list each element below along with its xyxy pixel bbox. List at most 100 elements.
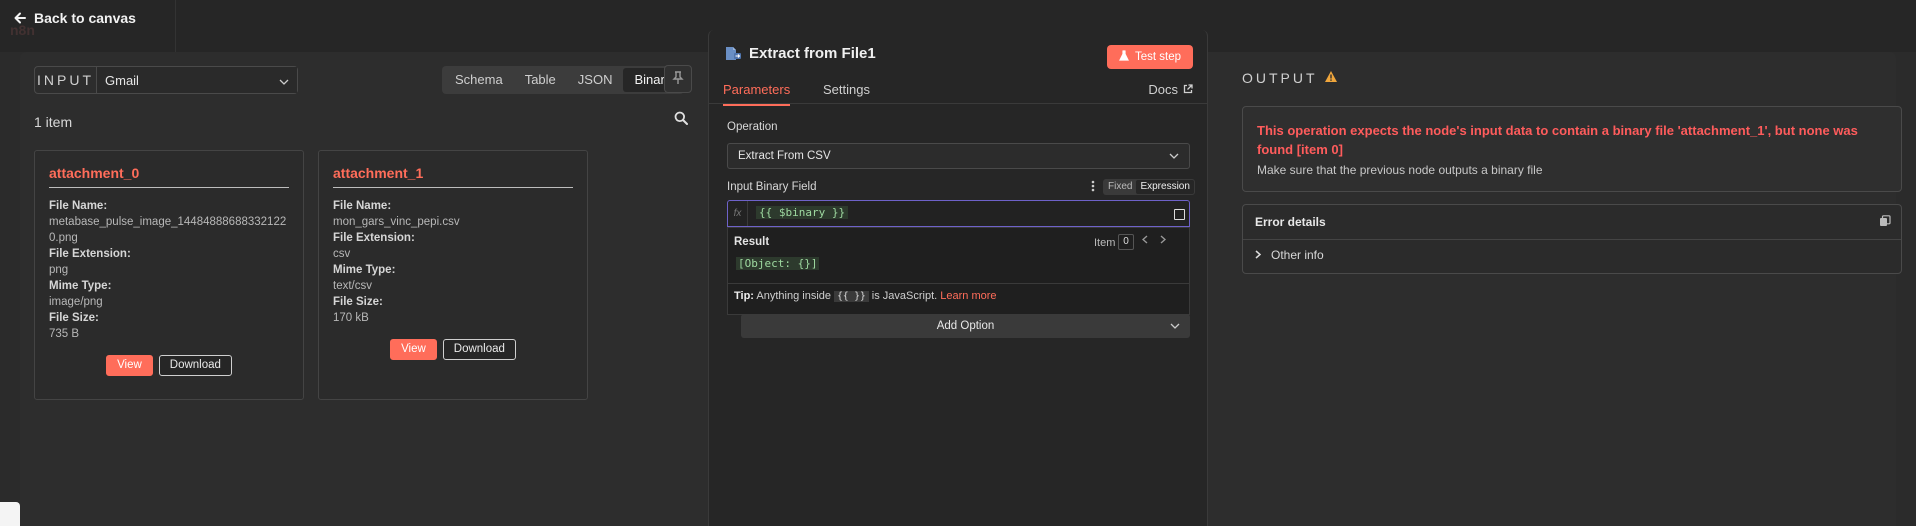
external-link-icon <box>1183 82 1193 97</box>
tip-label: Tip: <box>734 290 754 302</box>
expression-editor[interactable]: fx {{ $binary }} <box>727 200 1190 227</box>
input-binary-field-label: Input Binary Field <box>727 181 817 193</box>
chevron-right-icon <box>1255 248 1262 262</box>
binary-card: attachment_0 File Name: metabase_pulse_i… <box>34 150 304 400</box>
mode-fixed[interactable]: Fixed <box>1104 180 1136 194</box>
mode-expression[interactable]: Expression <box>1136 180 1194 194</box>
fx-icon: fx <box>728 201 748 226</box>
add-option-button[interactable]: Add Option <box>741 314 1190 338</box>
file-name-label: File Name: <box>333 200 392 212</box>
file-name-label: File Name: <box>49 200 108 212</box>
pin-data-button[interactable] <box>664 65 692 93</box>
tab-table[interactable]: Table <box>514 68 567 92</box>
binary-card-title: attachment_1 <box>333 165 573 188</box>
input-node-value: Gmail <box>105 72 139 88</box>
operation-value: Extract From CSV <box>738 150 831 162</box>
chevron-down-icon <box>1170 320 1180 332</box>
mime-type-label: Mime Type: <box>333 264 396 276</box>
view-button[interactable]: View <box>106 355 153 376</box>
search-icon[interactable] <box>674 111 688 128</box>
topbar-divider <box>175 0 176 52</box>
node-tabs: Parameters Settings Docs <box>709 74 1207 106</box>
warning-icon <box>1324 70 1338 86</box>
arrow-left-icon <box>14 12 26 24</box>
display-mode-tabs: Schema Table JSON Binary <box>442 66 685 94</box>
error-message: This operation expects the node's input … <box>1257 123 1858 157</box>
item-count: 1 item <box>34 114 73 130</box>
copy-icon[interactable] <box>1879 215 1891 230</box>
tip-code: {{ }} <box>834 291 869 302</box>
binary-card: attachment_1 File Name: mon_gars_vinc_pe… <box>318 150 588 400</box>
node-parameters-panel: Extract from File1 Test step Parameters … <box>708 30 1208 526</box>
fixed-expression-toggle: Fixed Expression <box>1103 179 1195 195</box>
mime-type-value: text/csv <box>333 280 372 292</box>
tip-divider <box>728 283 1189 284</box>
file-name-value: mon_gars_vinc_pepi.csv <box>333 216 460 228</box>
input-panel: INPUT Gmail Schema Table JSON Binary 1 i… <box>20 52 710 526</box>
file-extract-icon <box>725 46 742 64</box>
chevron-right-icon[interactable] <box>1160 235 1167 247</box>
file-name-value: metabase_pulse_image_144848886883321220.… <box>49 216 287 244</box>
error-box: This operation expects the node's input … <box>1242 106 1902 192</box>
tip-text: Anything inside <box>756 290 832 302</box>
docs-link[interactable]: Docs <box>1148 82 1193 97</box>
flask-icon <box>1119 50 1129 64</box>
file-extension-label: File Extension: <box>49 248 131 260</box>
back-to-canvas-label: Back to canvas <box>34 10 136 26</box>
tab-schema[interactable]: Schema <box>444 68 514 92</box>
input-label: INPUT <box>35 67 97 93</box>
view-button[interactable]: View <box>390 339 437 360</box>
expression-tip: Tip: Anything inside {{ }} is JavaScript… <box>728 283 1189 302</box>
learn-more-link[interactable]: Learn more <box>940 290 996 302</box>
tab-parameters[interactable]: Parameters <box>723 82 791 106</box>
tab-settings[interactable]: Settings <box>823 82 870 97</box>
docs-label: Docs <box>1148 82 1178 97</box>
test-step-button[interactable]: Test step <box>1107 45 1193 69</box>
expression-code[interactable]: {{ $binary }} <box>756 206 849 219</box>
pin-icon <box>672 70 684 88</box>
file-size-label: File Size: <box>49 312 99 324</box>
details-divider <box>1243 239 1901 240</box>
other-info-label: Other info <box>1271 248 1324 262</box>
file-extension-value: png <box>49 264 69 276</box>
chevron-down-icon <box>1169 150 1179 162</box>
file-extension-value: csv <box>333 248 351 260</box>
download-button[interactable]: Download <box>442 339 516 360</box>
result-value: [Object: {}] <box>736 257 820 270</box>
operation-select[interactable]: Extract From CSV <box>727 143 1190 169</box>
back-to-canvas-button[interactable]: Back to canvas <box>14 10 136 26</box>
more-options-icon[interactable] <box>1091 180 1095 195</box>
node-title: Extract from File1 <box>749 45 876 62</box>
mime-type-value: image/png <box>49 296 103 308</box>
test-step-label: Test step <box>1134 51 1182 63</box>
chevron-down-icon <box>279 73 289 88</box>
file-extension-label: File Extension: <box>333 232 415 244</box>
result-label: Result <box>734 236 770 248</box>
expand-editor-icon[interactable] <box>1174 209 1185 220</box>
tab-json[interactable]: JSON <box>567 68 624 92</box>
file-size-label: File Size: <box>333 296 383 308</box>
binary-card-title: attachment_0 <box>49 165 289 188</box>
chevron-left-icon[interactable] <box>1141 235 1148 247</box>
other-info-toggle[interactable]: Other info <box>1255 248 1324 262</box>
binary-card-actions: View Download <box>333 339 573 360</box>
error-details-title: Error details <box>1255 215 1326 229</box>
output-label: OUTPUT <box>1242 70 1318 86</box>
download-button[interactable]: Download <box>158 355 232 376</box>
expression-result: Result Item 0 [Object: {}] Tip: Anything… <box>727 227 1190 315</box>
error-hint: Make sure that the previous node outputs… <box>1257 163 1543 177</box>
binary-card-actions: View Download <box>49 355 289 376</box>
item-label: Item <box>1094 237 1116 249</box>
add-option-label: Add Option <box>936 320 995 332</box>
item-index-input[interactable]: 0 <box>1118 234 1134 250</box>
operation-label: Operation <box>727 121 778 133</box>
canvas-corner-widget <box>0 502 20 526</box>
input-header: INPUT Gmail <box>34 66 298 94</box>
error-details-box: Error details Other info <box>1242 204 1902 274</box>
file-size-value: 170 kB <box>333 312 369 324</box>
tip-text-2: is JavaScript. <box>871 290 938 302</box>
output-panel: OUTPUT This operation expects the node's… <box>1228 52 1902 526</box>
input-node-select[interactable]: Gmail <box>97 67 297 93</box>
file-size-value: 735 B <box>49 328 80 340</box>
output-header: OUTPUT <box>1242 70 1338 86</box>
